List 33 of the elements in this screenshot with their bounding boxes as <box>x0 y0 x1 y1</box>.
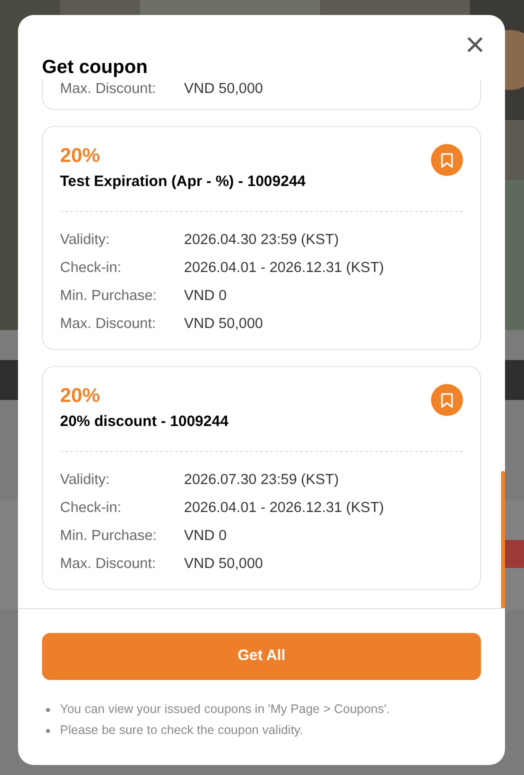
save-coupon-button[interactable] <box>431 144 463 176</box>
detail-value: 2026.04.01 - 2026.12.31 (KST) <box>184 259 384 278</box>
detail-value: VND 50,000 <box>184 315 263 334</box>
detail-label: Validity: <box>60 231 111 250</box>
coupon-name: Test Expiration (Apr - %) - 1009244 <box>60 172 306 192</box>
detail-value: 2026.04.30 23:59 (KST) <box>184 231 339 250</box>
note-text: Please be sure to check the coupon validity. <box>60 722 303 739</box>
detail-value: VND 50,000 <box>184 80 263 99</box>
detail-label: Validity: <box>60 471 111 490</box>
coupon-name: 20% discount - 1009244 <box>60 412 228 432</box>
detail-label: Max. Discount: <box>60 315 157 334</box>
detail-value: VND 0 <box>184 287 227 306</box>
detail-label: Max. Discount: <box>60 80 157 99</box>
save-coupon-button[interactable] <box>431 384 463 416</box>
close-button[interactable]: × <box>461 31 489 59</box>
detail-value: 2026.04.01 - 2026.12.31 (KST) <box>184 499 384 518</box>
detail-label: Max. Discount: <box>60 555 157 574</box>
detail-label: Min. Purchase: <box>60 287 158 306</box>
detail-value: VND 0 <box>184 527 227 546</box>
discount-percent: 20% <box>60 144 102 168</box>
detail-value: 2026.07.30 23:59 (KST) <box>184 471 339 490</box>
detail-label: Min. Purchase: <box>60 527 158 546</box>
discount-percent: 20% <box>60 384 102 408</box>
detail-label: Check-in: <box>60 499 122 518</box>
detail-value: VND 50,000 <box>184 555 263 574</box>
bookmark-icon <box>441 152 453 168</box>
bullet-icon <box>46 728 50 732</box>
scrollbar[interactable] <box>501 471 505 608</box>
bookmark-icon <box>441 392 453 408</box>
note-text: You can view your issued coupons in 'My Page > Coupons'. <box>60 701 390 718</box>
dialog-title: Get coupon <box>42 57 148 79</box>
bullet-icon <box>46 708 50 712</box>
detail-label: Check-in: <box>60 259 122 278</box>
